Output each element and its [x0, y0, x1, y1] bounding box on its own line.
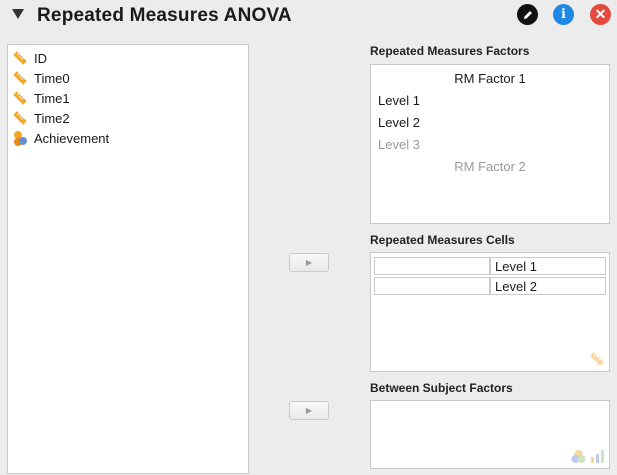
close-icon: ✕	[594, 6, 607, 22]
between-subject-label: Between Subject Factors	[370, 381, 513, 395]
variable-label: Time2	[34, 110, 70, 126]
scale-ruler-icon	[590, 352, 604, 366]
between-subject-box[interactable]	[370, 400, 610, 469]
scale-ruler-icon	[12, 110, 28, 126]
rm-cells-label: Repeated Measures Cells	[370, 233, 515, 247]
collapse-arrow-icon[interactable]	[12, 9, 24, 19]
variable-item[interactable]: Time0	[12, 68, 70, 88]
scale-ruler-icon	[13, 91, 27, 105]
scale-ruler-icon	[13, 111, 27, 125]
variable-label: ID	[34, 50, 47, 66]
variable-label: Time0	[34, 70, 70, 86]
rm-factor-1-name[interactable]: RM Factor 1	[371, 71, 609, 86]
rm-factor-2-placeholder[interactable]: RM Factor 2	[371, 159, 609, 174]
variable-item[interactable]: Time2	[12, 108, 70, 128]
variable-label: Time1	[34, 90, 70, 106]
assign-rm-cells-button[interactable]: ▶	[289, 253, 329, 272]
scale-ruler-icon	[13, 51, 27, 65]
rm-cell-variable-2[interactable]	[374, 277, 490, 295]
scale-ruler-icon	[13, 71, 27, 85]
info-icon: i	[561, 7, 566, 22]
scale-ruler-icon	[12, 50, 28, 66]
variables-list[interactable]: ID Time0 Time1 Time2 Achievement	[7, 44, 249, 474]
rm-factors-box[interactable]: RM Factor 1 Level 1 Level 2 Level 3 RM F…	[370, 64, 610, 224]
rm-cell-level-1: Level 1	[490, 257, 606, 275]
rm-cell-level-2: Level 2	[490, 277, 606, 295]
rm-factor-1-new-level-placeholder[interactable]: Level 3	[378, 137, 420, 152]
variable-item[interactable]: ID	[12, 48, 47, 68]
nominal-variable-icon	[571, 450, 586, 463]
rm-cell-variable-1[interactable]	[374, 257, 490, 275]
ordinal-variable-icon	[591, 450, 604, 463]
pencil-icon	[523, 10, 532, 19]
assign-between-subject-button[interactable]: ▶	[289, 401, 329, 420]
nominal-variable-icon	[12, 130, 28, 146]
rm-factor-1-level-1[interactable]: Level 1	[378, 93, 420, 108]
variable-item[interactable]: Time1	[12, 88, 70, 108]
rm-factor-1-level-2[interactable]: Level 2	[378, 115, 420, 130]
edit-title-button[interactable]	[517, 4, 538, 25]
rm-factors-label: Repeated Measures Factors	[370, 44, 530, 58]
variable-label: Achievement	[34, 130, 110, 146]
scale-ruler-icon	[12, 70, 28, 86]
arrow-right-icon: ▶	[305, 258, 313, 267]
arrow-right-icon: ▶	[305, 406, 313, 415]
scale-ruler-icon	[12, 90, 28, 106]
nominal-variable-icon	[14, 131, 27, 146]
rm-cells-box[interactable]: Level 1 Level 2	[370, 252, 610, 372]
analysis-title: Repeated Measures ANOVA	[37, 5, 292, 26]
variable-item[interactable]: Achievement	[12, 128, 109, 148]
close-button[interactable]: ✕	[590, 4, 611, 25]
info-button[interactable]: i	[553, 4, 574, 25]
